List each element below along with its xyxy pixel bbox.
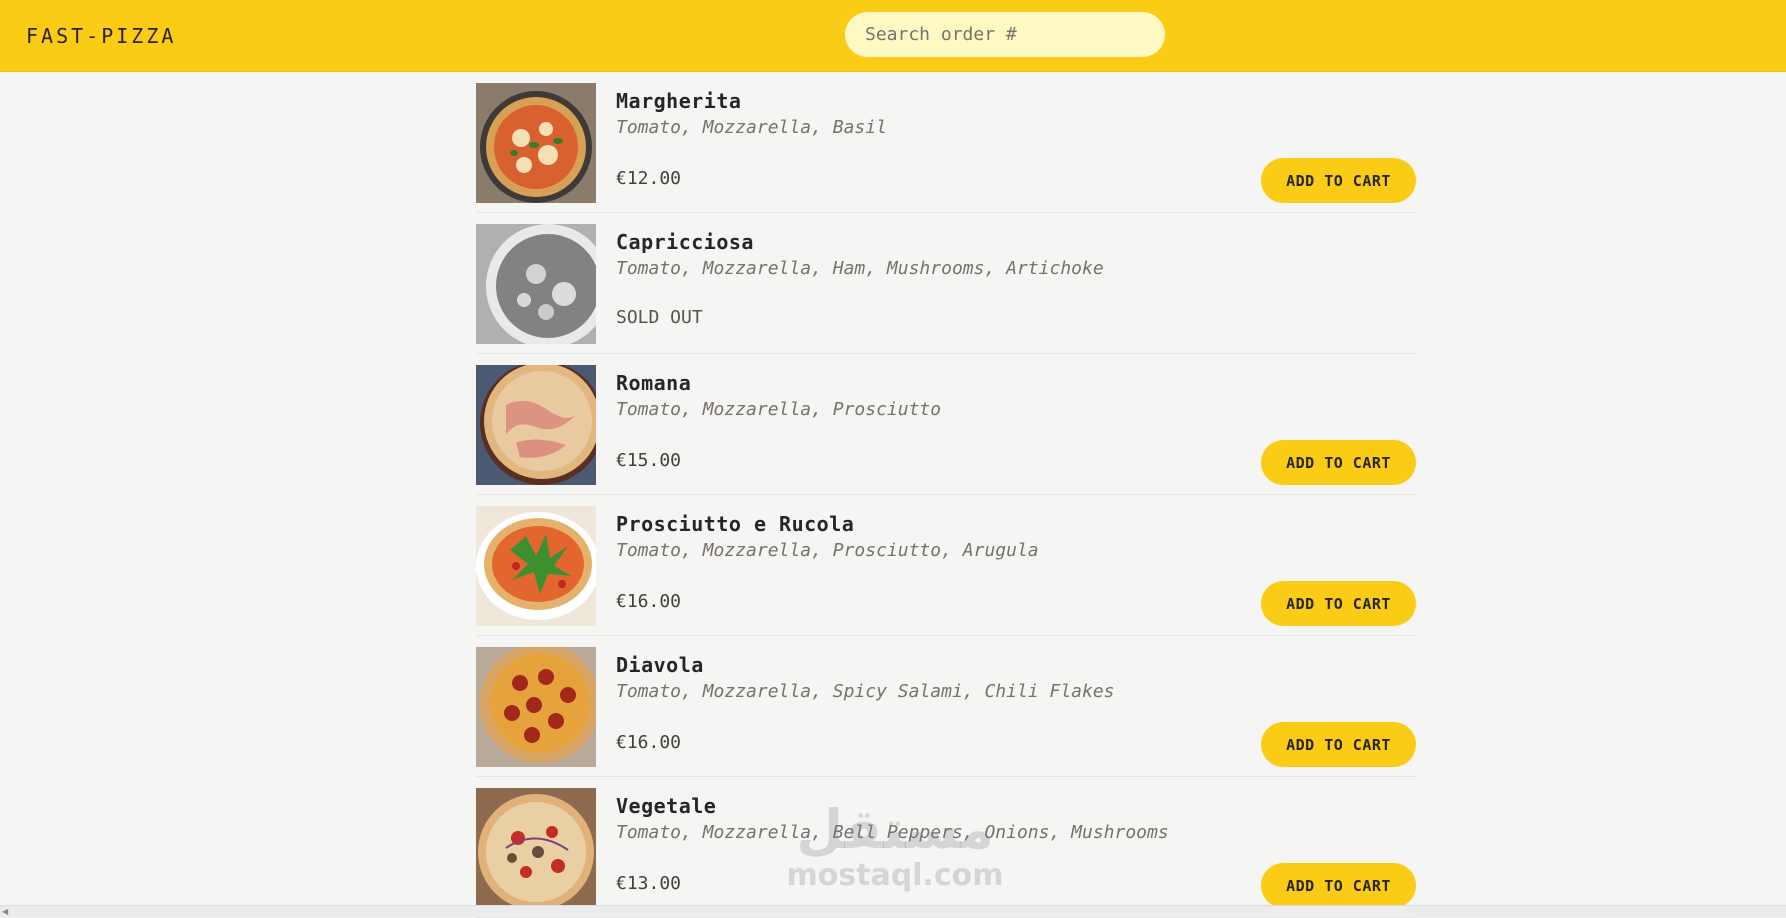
pizza-ingredients: Tomato, Mozzarella, Ham, Mushrooms, Arti… (616, 258, 1104, 279)
pizza-image (476, 224, 596, 344)
pizza-name: Romana (616, 371, 692, 395)
pizza-image (476, 83, 596, 203)
pizza-ingredients: Tomato, Mozzarella, Basil (616, 117, 887, 138)
pizza-price: €16.00 (616, 591, 682, 612)
app-header: FAST-PIZZA (0, 0, 1786, 72)
pizza-name: Diavola (616, 653, 704, 677)
pizza-image (476, 788, 596, 908)
add-to-cart-button[interactable]: ADD TO CART (1261, 158, 1416, 203)
menu-item: Capricciosa Tomato, Mozzarella, Ham, Mus… (476, 213, 1416, 354)
pizza-price: €13.00 (616, 873, 682, 894)
add-to-cart-button[interactable]: ADD TO CART (1261, 722, 1416, 767)
pizza-name: Capricciosa (616, 230, 754, 254)
pizza-ingredients: Tomato, Mozzarella, Spicy Salami, Chili … (616, 681, 1115, 702)
pizza-name: Prosciutto e Rucola (616, 512, 855, 536)
pizza-ingredients: Tomato, Mozzarella, Prosciutto, Arugula (616, 540, 1039, 561)
pizza-price: €15.00 (616, 450, 682, 471)
pizza-menu-list: Margherita Tomato, Mozzarella, Basil €12… (476, 72, 1416, 918)
pizza-image (476, 365, 596, 485)
pizza-ingredients: Tomato, Mozzarella, Bell Peppers, Onions… (616, 822, 1169, 843)
menu-item: Vegetale Tomato, Mozzarella, Bell Pepper… (476, 777, 1416, 918)
sold-out-label: SOLD OUT (616, 307, 703, 328)
horizontal-scrollbar[interactable]: ◀ (0, 905, 1786, 917)
add-to-cart-button[interactable]: ADD TO CART (1261, 440, 1416, 485)
pizza-ingredients: Tomato, Mozzarella, Prosciutto (616, 399, 942, 420)
add-to-cart-button[interactable]: ADD TO CART (1261, 581, 1416, 626)
menu-item: Romana Tomato, Mozzarella, Prosciutto €1… (476, 354, 1416, 495)
pizza-price: €12.00 (616, 168, 682, 189)
app-logo[interactable]: FAST-PIZZA (26, 24, 176, 48)
pizza-price: €16.00 (616, 732, 682, 753)
add-to-cart-button[interactable]: ADD TO CART (1261, 863, 1416, 908)
menu-item: Diavola Tomato, Mozzarella, Spicy Salami… (476, 636, 1416, 777)
pizza-image (476, 506, 596, 626)
menu-item: Margherita Tomato, Mozzarella, Basil €12… (476, 72, 1416, 213)
menu-item: Prosciutto e Rucola Tomato, Mozzarella, … (476, 495, 1416, 636)
scroll-left-icon[interactable]: ◀ (2, 907, 8, 916)
pizza-name: Vegetale (616, 794, 717, 818)
pizza-image (476, 647, 596, 767)
pizza-name: Margherita (616, 89, 742, 113)
search-order-input[interactable] (845, 12, 1165, 57)
